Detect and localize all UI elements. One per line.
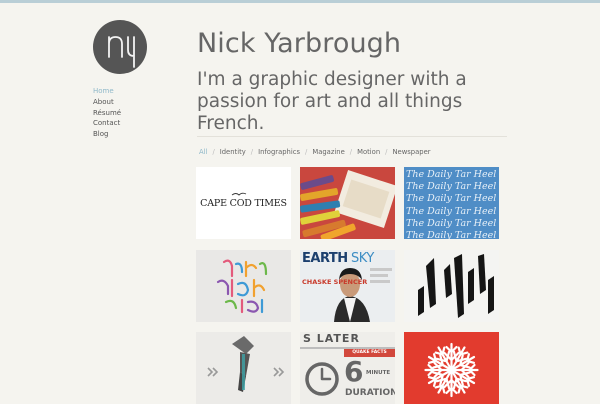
filter-newspaper[interactable]: Newspaper xyxy=(392,148,430,156)
abstract-shapes-illustration xyxy=(404,250,499,322)
crayons-illustration xyxy=(300,167,395,239)
portfolio-tile-typography[interactable] xyxy=(196,250,291,322)
portfolio-filters: All / Identity / Infographics / Magazine / Motio… xyxy=(199,148,431,156)
portfolio-tile-motion[interactable] xyxy=(196,332,291,404)
site-logo[interactable] xyxy=(93,20,147,74)
header-divider xyxy=(197,136,507,137)
nav-item-contact[interactable]: Contact xyxy=(93,118,121,129)
site-title: Nick Yarbrough xyxy=(197,28,402,59)
portfolio-tile-daily-tar-heel[interactable]: The Daily Tar Heel The Daily Tar Heel Th… xyxy=(404,167,499,239)
infographic-headline: S LATER xyxy=(303,332,360,345)
typography-illustration xyxy=(196,250,291,322)
ny-monogram-icon xyxy=(108,36,135,68)
nav-item-resume[interactable]: Résumé xyxy=(93,108,121,119)
portfolio-tile-earth-sky[interactable]: EARTH SKY CHASKE SPENCER xyxy=(300,250,395,322)
filter-separator: / xyxy=(349,148,353,156)
portfolio-tile-snowflake[interactable] xyxy=(404,332,499,404)
portfolio-tile-quake-infographic[interactable]: S LATER QUAKE FACTS 6 MINUTE DURATION xyxy=(300,332,395,404)
infographic-label: DURATION xyxy=(345,388,395,398)
nav-item-blog[interactable]: Blog xyxy=(93,129,121,140)
filter-separator: / xyxy=(212,148,215,156)
nav-item-about[interactable]: About xyxy=(93,97,121,108)
site-tagline: I'm a graphic designer with a passion fo… xyxy=(197,69,467,134)
cover-headline: CHASKE SPENCER xyxy=(302,278,368,286)
main-nav: Home About Résumé Contact Blog xyxy=(93,86,121,140)
portfolio-tile-crayons[interactable] xyxy=(300,167,395,239)
filter-separator: / xyxy=(305,148,308,156)
infographic-number: 6 xyxy=(344,355,364,388)
snowflake-icon xyxy=(404,332,499,404)
nav-item-home[interactable]: Home xyxy=(93,86,121,97)
filter-separator: / xyxy=(250,148,254,156)
filter-separator: / xyxy=(385,148,388,156)
portfolio-tile-abstract[interactable] xyxy=(404,250,499,322)
filter-all[interactable]: All xyxy=(199,148,207,156)
filter-motion[interactable]: Motion xyxy=(357,148,380,156)
tile-caption: CAPE COD TIMES xyxy=(200,198,287,209)
cover-title-secondary: SKY xyxy=(351,251,374,266)
tile-caption-pattern: The Daily Tar Heel The Daily Tar Heel Th… xyxy=(406,169,497,239)
portfolio-tile-cape-cod-times[interactable]: CAPE COD TIMES xyxy=(196,167,291,239)
top-accent-bar xyxy=(0,0,600,3)
infographic-unit: MINUTE xyxy=(366,370,391,376)
tie-illustration xyxy=(196,332,291,404)
filter-magazine[interactable]: Magazine xyxy=(312,148,344,156)
filter-infographics[interactable]: Infographics xyxy=(258,148,300,156)
filter-identity[interactable]: Identity xyxy=(220,148,246,156)
cover-title: EARTH xyxy=(302,251,348,266)
